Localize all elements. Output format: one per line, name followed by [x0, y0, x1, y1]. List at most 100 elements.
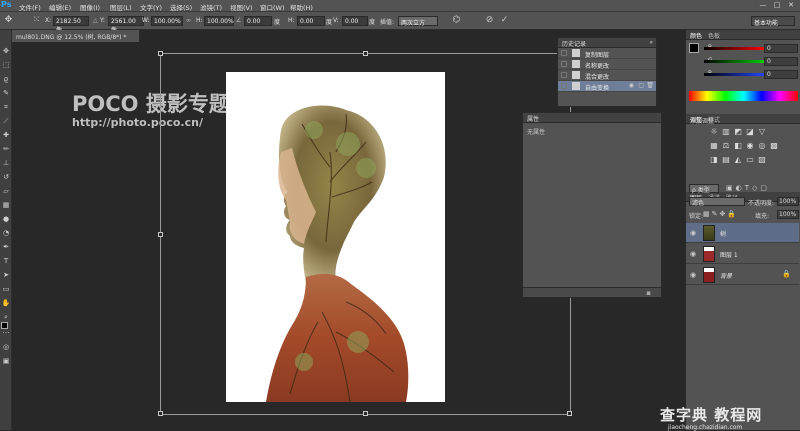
free-transform-bounding-box[interactable]	[158, 51, 572, 416]
move-tool-icon[interactable]: ✥	[1, 46, 11, 56]
panel-collapse-icon[interactable]: »	[649, 39, 653, 46]
transform-handle-left[interactable]	[158, 232, 163, 237]
curves-icon[interactable]: ◩	[734, 128, 742, 136]
gradient-tool-icon[interactable]: ▦	[1, 200, 11, 210]
layer-filter-icons[interactable]: ▣◐T◇▢	[726, 184, 770, 192]
document-tab[interactable]: mul801.DNG @ 12.5% (树, RGB/8*) * ×	[12, 30, 140, 48]
fill-field[interactable]: 100%	[777, 210, 799, 219]
history-checkbox[interactable]	[561, 83, 567, 89]
transform-handle-top-left[interactable]	[158, 51, 163, 56]
color-r-value[interactable]: 0	[764, 44, 798, 53]
lasso-tool-icon[interactable]: ϱ	[1, 74, 11, 84]
levels-icon[interactable]: ▥	[722, 128, 730, 136]
threshold-icon[interactable]: ◭	[734, 156, 742, 164]
history-item-selected[interactable]: 自由变换 ◉ ▢ 🗑	[558, 81, 656, 92]
menu-image[interactable]: 图像(I)	[80, 2, 100, 12]
x-field[interactable]: 2182.50 像	[53, 16, 89, 34]
transform-handle-bottom[interactable]	[363, 411, 368, 416]
channel-mixer-icon[interactable]: ◎	[758, 142, 766, 150]
w-field[interactable]: 100.00%	[151, 16, 183, 26]
properties-trash-icon[interactable]: ▪	[646, 289, 651, 297]
color-r-slider[interactable]	[704, 47, 764, 50]
menu-type[interactable]: 文字(Y)	[140, 2, 162, 12]
vibrance-icon[interactable]: ▽	[758, 128, 766, 136]
color-g-slider[interactable]	[704, 60, 764, 63]
link-icon[interactable]: ∞	[186, 17, 191, 24]
healing-tool-icon[interactable]: ✚	[1, 130, 11, 140]
color-spectrum-bar[interactable]	[689, 91, 798, 101]
commit-transform-icon[interactable]: ✓	[499, 15, 510, 26]
menu-help[interactable]: 帮助(H)	[290, 2, 313, 12]
brightness-icon[interactable]: ☼	[710, 128, 718, 136]
history-checkbox[interactable]	[561, 72, 567, 78]
visibility-eye-icon[interactable]: ◉	[690, 250, 696, 258]
history-checkbox[interactable]	[561, 61, 567, 67]
menu-layer[interactable]: 图层(L)	[110, 2, 132, 12]
menu-filter[interactable]: 滤镜(T)	[200, 2, 222, 12]
menu-select[interactable]: 选择(S)	[170, 2, 192, 12]
delta-icon[interactable]: △	[93, 17, 98, 24]
vskew-field[interactable]: 0.00	[342, 16, 368, 26]
posterize-icon[interactable]: ▤	[722, 156, 730, 164]
marquee-tool-icon[interactable]: ⬚	[1, 60, 11, 70]
history-item[interactable]: 名称更改	[558, 59, 656, 70]
close-button[interactable]: ✕	[786, 1, 796, 10]
transform-handle-bottom-left[interactable]	[158, 411, 163, 416]
history-brush-tool-icon[interactable]: ↺	[1, 172, 11, 182]
brush-tool-icon[interactable]: ✏	[1, 144, 11, 154]
history-checkbox[interactable]	[561, 50, 567, 56]
shape-tool-icon[interactable]: ▭	[1, 284, 11, 294]
gradient-map-icon[interactable]: ▭	[746, 156, 754, 164]
new-snapshot-icon[interactable]: ◉	[629, 82, 634, 89]
foreground-swatch[interactable]	[689, 43, 699, 53]
zoom-tool-icon[interactable]: ⌕	[1, 312, 11, 322]
y-field[interactable]: 2561.00 像	[108, 16, 144, 34]
history-item[interactable]: 复制图层	[558, 48, 656, 59]
tab-color[interactable]: 颜色	[690, 31, 702, 40]
lock-options-icons[interactable]: ▦✎✥🔒	[703, 210, 738, 218]
new-document-icon[interactable]: ▢	[638, 82, 644, 89]
quick-mask-icon[interactable]: ◎	[1, 342, 11, 352]
screen-mode-icon[interactable]: ▣	[1, 356, 11, 366]
hskew-field[interactable]: 0.00	[297, 16, 325, 26]
eyedropper-tool-icon[interactable]: ⟋	[1, 116, 11, 126]
layer-filter-select[interactable]: ρ 类型	[689, 184, 719, 194]
color-lookup-icon[interactable]: ▩	[770, 142, 778, 150]
transform-handle-bottom-right[interactable]	[567, 411, 572, 416]
foreground-color-swatch[interactable]	[1, 322, 8, 329]
hue-saturation-icon[interactable]: ▦	[710, 142, 718, 150]
cancel-transform-icon[interactable]: ⊘	[484, 15, 495, 26]
h-field[interactable]: 100.00%	[204, 16, 234, 26]
trash-icon[interactable]: 🗑	[646, 82, 654, 89]
menu-view[interactable]: 视图(V)	[230, 2, 253, 12]
path-select-tool-icon[interactable]: ➤	[1, 270, 11, 280]
color-g-value[interactable]: 0	[764, 57, 798, 66]
color-b-slider[interactable]	[704, 73, 764, 76]
blur-tool-icon[interactable]: ●	[1, 214, 11, 224]
minimize-button[interactable]: —	[758, 1, 768, 10]
interpolation-select[interactable]: 两次立方	[398, 16, 438, 27]
exposure-icon[interactable]: ◪	[746, 128, 754, 136]
blend-mode-select[interactable]: 滤色	[689, 197, 745, 207]
black-white-icon[interactable]: ◧	[734, 142, 742, 150]
maximize-button[interactable]: □	[772, 1, 782, 10]
photo-filter-icon[interactable]: ◉	[746, 142, 754, 150]
color-balance-icon[interactable]: ⚖	[722, 142, 730, 150]
menu-window[interactable]: 窗口(W)	[260, 2, 285, 12]
layer-row-tree[interactable]: ◉ 树	[686, 223, 799, 243]
quick-select-tool-icon[interactable]: ✎	[1, 88, 11, 98]
opacity-field[interactable]: 100%	[777, 197, 799, 206]
dodge-tool-icon[interactable]: ◔	[1, 228, 11, 238]
invert-icon[interactable]: ◨	[710, 156, 718, 164]
selective-color-icon[interactable]: ▧	[758, 156, 766, 164]
visibility-eye-icon[interactable]: ◉	[690, 271, 696, 279]
pen-tool-icon[interactable]: ✒	[1, 242, 11, 252]
type-tool-icon[interactable]: T	[1, 256, 11, 266]
history-item[interactable]: 混合更改	[558, 70, 656, 81]
color-b-value[interactable]: 0	[764, 70, 798, 79]
reference-point-icon[interactable]: ⁙	[31, 15, 42, 26]
clone-stamp-tool-icon[interactable]: ⊥	[1, 158, 11, 168]
layer-row-layer1[interactable]: ◉ 图层 1	[686, 244, 799, 264]
eraser-tool-icon[interactable]: ▱	[1, 186, 11, 196]
workspace-select[interactable]: 基本功能	[751, 16, 795, 27]
